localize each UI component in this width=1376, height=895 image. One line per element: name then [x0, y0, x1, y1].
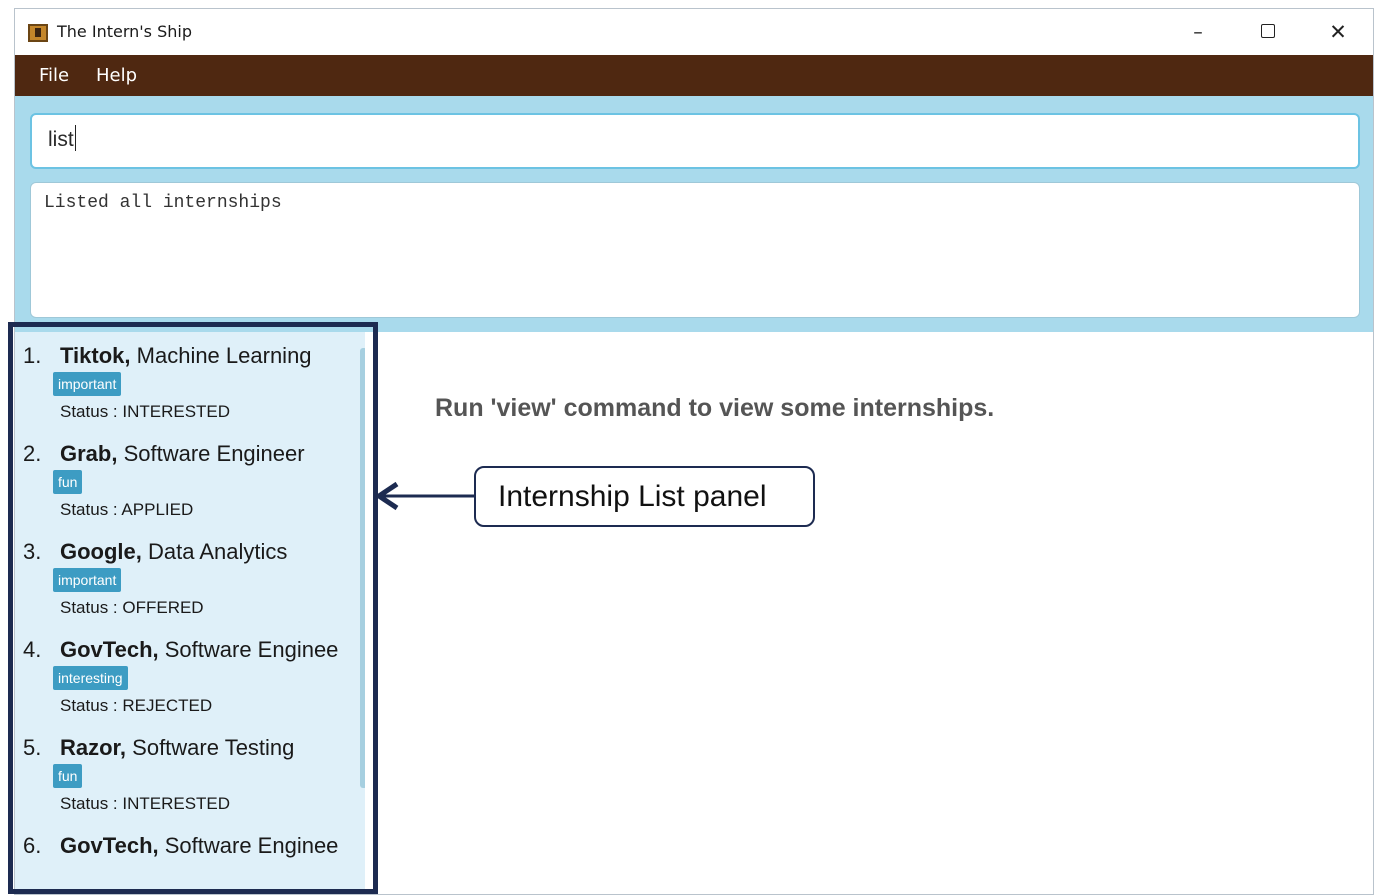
maximize-icon: [1261, 24, 1275, 38]
annotation-frame: [8, 322, 378, 894]
command-input-value: list: [48, 125, 77, 152]
view-hint-text: Run 'view' command to view some internsh…: [435, 394, 995, 422]
command-input[interactable]: list: [30, 113, 1360, 169]
maximize-button[interactable]: [1245, 18, 1291, 46]
result-text: Listed all internships: [44, 193, 282, 213]
text-caret: [74, 125, 77, 152]
close-button[interactable]: ✕: [1315, 18, 1361, 46]
window-title: The Intern's Ship: [57, 22, 192, 41]
title-bar: The Intern's Ship – ✕: [15, 9, 1373, 55]
view-panel: Run 'view' command to view some internsh…: [365, 332, 1373, 894]
menu-file[interactable]: File: [39, 65, 69, 86]
annotation-arrow-icon: [374, 481, 475, 511]
annotation-callout: Internship List panel: [474, 466, 815, 527]
result-display[interactable]: Listed all internships: [30, 182, 1360, 318]
annotation-label: Internship List panel: [498, 480, 767, 513]
menu-bar: File Help: [15, 55, 1373, 96]
menu-help[interactable]: Help: [96, 65, 137, 86]
minimize-button[interactable]: –: [1175, 18, 1221, 46]
command-area: list Listed all internships: [15, 96, 1373, 332]
app-icon: [28, 24, 48, 42]
